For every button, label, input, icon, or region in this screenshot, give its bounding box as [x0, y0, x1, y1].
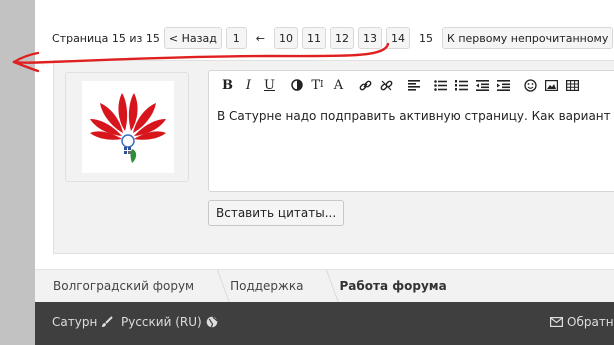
- message-editor[interactable]: B I U TI A В Сатурне надо подправить акт…: [208, 70, 614, 192]
- language-chooser[interactable]: Русский (RU): [121, 315, 218, 329]
- table-icon[interactable]: [562, 74, 583, 96]
- style-name: Сатурн: [52, 315, 98, 329]
- page-link[interactable]: 14: [386, 27, 411, 49]
- link-icon[interactable]: [355, 74, 376, 96]
- page-link[interactable]: 10: [274, 27, 299, 49]
- pagination: Страница 15 из 15 < Назад 1 ← 10 11 12 1…: [52, 27, 614, 49]
- avatar[interactable]: [82, 81, 174, 173]
- style-chooser[interactable]: Сатурн: [52, 315, 114, 329]
- first-unread-button[interactable]: К первому непрочитанному: [442, 27, 614, 49]
- italic-icon[interactable]: I: [238, 74, 259, 96]
- breadcrumb-current[interactable]: Работа форума: [321, 270, 464, 303]
- page-jump-arrow[interactable]: ←: [251, 27, 270, 49]
- image-icon[interactable]: [541, 74, 562, 96]
- page-link[interactable]: 13: [358, 27, 383, 49]
- bold-icon[interactable]: B: [217, 74, 238, 96]
- footer: Сатурн Русский (RU) Обратна: [35, 302, 614, 345]
- bullet-list-icon[interactable]: [430, 74, 451, 96]
- align-icon[interactable]: [403, 74, 424, 96]
- breadcrumb: Волгоградский форум Поддержка Работа фор…: [35, 269, 614, 302]
- indent-icon[interactable]: [493, 74, 514, 96]
- editor-toolbar: B I U TI A: [209, 71, 614, 99]
- number-list-icon[interactable]: [451, 74, 472, 96]
- color-icon[interactable]: [286, 74, 307, 96]
- current-page: 15: [419, 31, 434, 45]
- left-gutter: [0, 0, 35, 345]
- smiley-icon[interactable]: [520, 74, 541, 96]
- breadcrumb-item[interactable]: Поддержка: [212, 270, 321, 303]
- huawei-logo-icon: [90, 93, 166, 163]
- insert-quotes-button[interactable]: Вставить цитаты...: [208, 200, 345, 226]
- language-name: Русский (RU): [121, 315, 202, 329]
- page-count-label: Страница 15 из 15: [52, 31, 160, 45]
- breadcrumb-item[interactable]: Волгоградский форум: [35, 270, 212, 303]
- page-link[interactable]: 1: [225, 27, 247, 49]
- font-size-icon[interactable]: TI: [307, 74, 328, 96]
- page-link[interactable]: 11: [302, 27, 327, 49]
- quick-reply: B I U TI A В Сатурне надо подправить акт…: [53, 60, 614, 254]
- brush-icon: [102, 316, 114, 327]
- page-link[interactable]: 12: [330, 27, 355, 49]
- editor-text[interactable]: В Сатурне надо подправить активную стран…: [217, 109, 614, 123]
- content-top: Страница 15 из 15 < Назад 1 ← 10 11 12 1…: [35, 0, 614, 60]
- outdent-icon[interactable]: [472, 74, 493, 96]
- font-icon[interactable]: A: [328, 74, 349, 96]
- envelope-icon: [550, 317, 563, 327]
- avatar-frame: [65, 72, 189, 182]
- globe-icon: [206, 316, 218, 328]
- contact-link[interactable]: Обратна: [550, 315, 614, 329]
- forum-page: Страница 15 из 15 < Назад 1 ← 10 11 12 1…: [35, 0, 614, 345]
- unlink-icon[interactable]: [376, 74, 397, 96]
- underline-icon[interactable]: U: [259, 74, 280, 96]
- contact-label: Обратна: [567, 315, 614, 329]
- prev-page-button[interactable]: < Назад: [163, 27, 222, 49]
